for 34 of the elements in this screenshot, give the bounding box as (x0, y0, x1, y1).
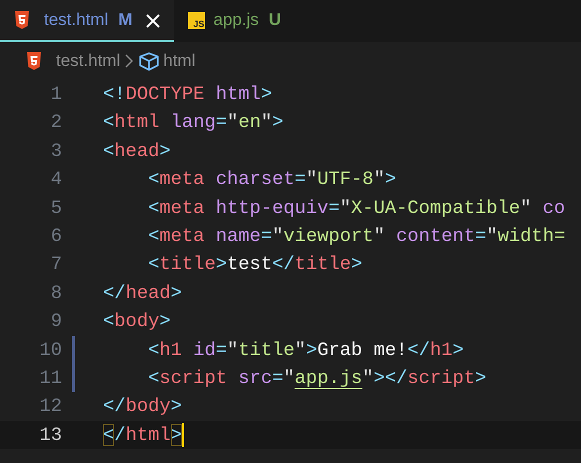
line-number: 12 (38, 394, 62, 420)
line-number: 1 (50, 82, 62, 107)
code-line: <body> (103, 309, 171, 334)
code-line: <h1 id="title">Grab me!</h1> (147, 338, 464, 363)
code-line: </head> (103, 280, 182, 306)
code-line: <title>test</title> (147, 252, 362, 278)
line-number: 3 (50, 138, 62, 164)
line-number: 5 (50, 196, 62, 221)
line-number: 10 (38, 338, 62, 363)
line-number: 8 (50, 280, 62, 306)
line-number: 7 (50, 252, 62, 278)
line-number: 11 (38, 366, 62, 391)
text-cursor (182, 422, 184, 447)
code-line: <html lang="en"> (103, 110, 284, 136)
breadcrumb-item[interactable]: test.html (56, 48, 120, 74)
code-line: </body> (103, 394, 182, 420)
line-number: 4 (50, 167, 62, 192)
cube-icon (138, 51, 160, 71)
chevron-icon (124, 53, 134, 69)
line-number: 9 (50, 309, 62, 334)
code-line: <head> (103, 138, 171, 164)
breadcrumb-item[interactable]: html (163, 48, 196, 74)
html-shield-icon (14, 11, 30, 29)
editor-tab[interactable]: test.html M (0, 0, 174, 42)
code-line: <script src="app.js"></script> (147, 366, 486, 391)
code-line: <!DOCTYPE html> (103, 82, 272, 107)
code-line: <meta charset="UTF-8"> (147, 167, 396, 192)
line-number: 13 (38, 422, 62, 448)
code-line: <meta name="viewport" content="width= (147, 224, 566, 249)
html-shield-icon (26, 52, 42, 70)
line-number: 2 (50, 110, 62, 136)
code-line: <meta http-equiv="X-UA-Compatible" co (147, 196, 566, 221)
line-number: 6 (50, 224, 62, 249)
js-icon: JS (188, 12, 206, 28)
